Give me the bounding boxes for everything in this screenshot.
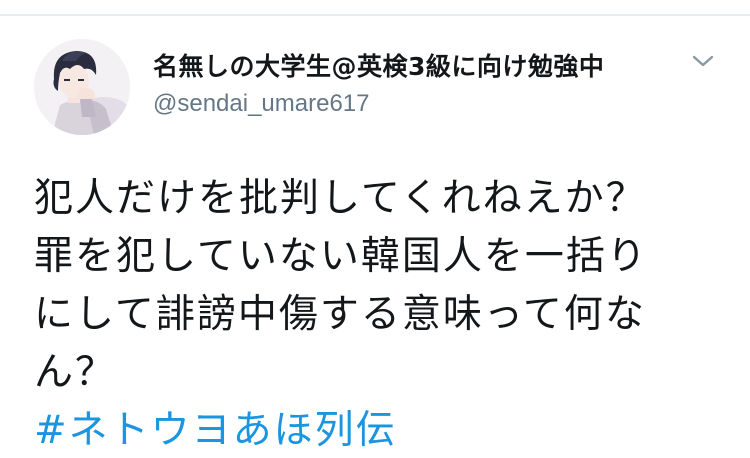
- tweet-card: 名無しの大学生@英検3級に向け勉強中 @sendai_umare617 犯人だけ…: [0, 0, 750, 458]
- tweet-text: 犯人だけを批判してくれねえか？ 罪を犯していない韓国人を一括り にして誹謗中傷す…: [34, 170, 734, 458]
- user-handle[interactable]: @sendai_umare617: [153, 90, 370, 118]
- tweet-line: 犯人だけを批判してくれねえか？: [34, 176, 647, 221]
- avatar-illustration: [34, 39, 130, 135]
- tweet-line: 罪を犯していない韓国人を一括り: [34, 234, 648, 279]
- tweet-line: ん？: [34, 350, 117, 395]
- chevron-down-icon[interactable]: [690, 52, 716, 70]
- top-divider: [0, 14, 750, 16]
- tweet-line: にして誹謗中傷する意味って何な: [34, 292, 646, 337]
- avatar[interactable]: [34, 39, 130, 135]
- display-name[interactable]: 名無しの大学生@英検3級に向け勉強中: [153, 47, 604, 83]
- hashtag-link[interactable]: #ネトウヨあほ列伝: [34, 402, 734, 458]
